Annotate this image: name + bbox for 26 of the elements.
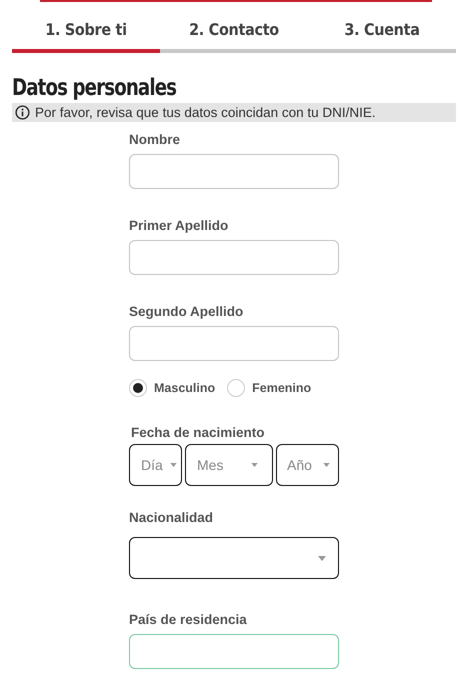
caret-icon: [251, 463, 258, 467]
radio-option[interactable]: Femenino: [227, 379, 312, 397]
date-select[interactable]: Mes: [185, 444, 273, 486]
field-label: Fecha de nacimiento: [131, 425, 265, 440]
input-field[interactable]: [129, 240, 339, 275]
date-select[interactable]: Día: [129, 444, 182, 486]
info-icon: [15, 105, 30, 120]
input-field[interactable]: [129, 326, 339, 361]
field-label: Nacionalidad: [129, 510, 214, 525]
caret-icon: [318, 556, 326, 560]
input-field[interactable]: [129, 154, 339, 189]
date-select[interactable]: Año: [276, 444, 339, 486]
field-label: Primer Apellido: [129, 218, 228, 233]
step-tab[interactable]: 2. Contacto: [160, 14, 308, 53]
caret-icon: [323, 463, 330, 467]
notice-text: Por favor, revisa que tus datos coincidan con tu DNI/NIE.: [35, 105, 376, 120]
field-label: Nombre: [129, 132, 180, 147]
field-label: País de residencia: [129, 612, 247, 627]
section-heading: Datos personales: [12, 75, 176, 101]
radio-option[interactable]: Masculino: [129, 379, 216, 397]
select-field[interactable]: [129, 537, 339, 579]
step-tab[interactable]: 3. Cuenta: [308, 14, 456, 53]
caret-icon: [170, 463, 177, 467]
field-label: Segundo Apellido: [129, 304, 244, 319]
step-tab[interactable]: 1. Sobre ti: [12, 14, 160, 53]
input-field[interactable]: [129, 634, 339, 669]
